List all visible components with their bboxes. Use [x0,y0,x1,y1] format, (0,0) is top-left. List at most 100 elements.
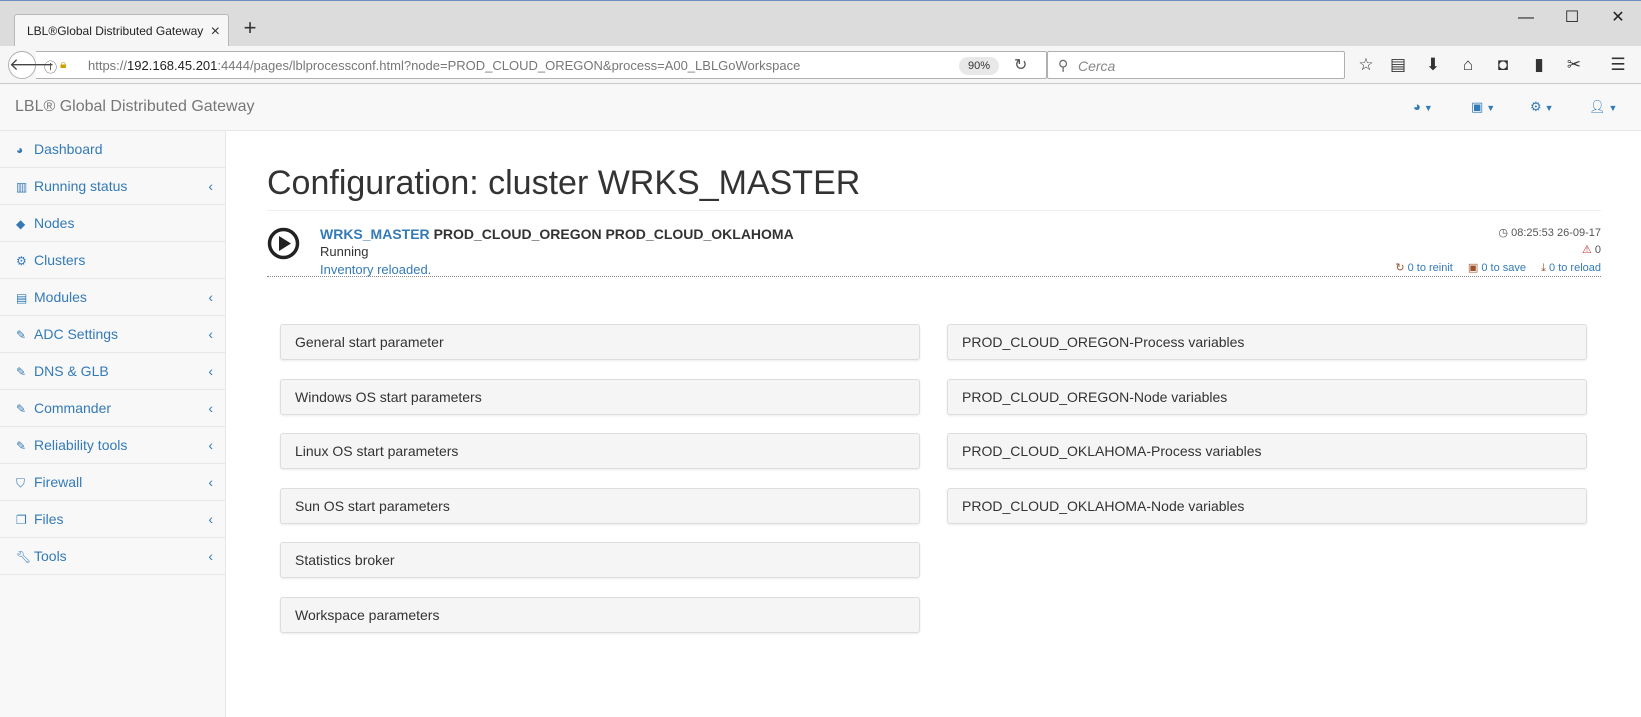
save-dropdown[interactable]: ▣ ▼ [1471,99,1495,115]
panel-linux-os-start-parameters[interactable]: Linux OS start parameters [280,433,920,469]
back-button[interactable]: 🡐 [8,51,55,79]
sidebar-item-nodes[interactable]: ◆ Nodes [0,205,225,242]
floppy-icon: ▣ [1467,262,1479,274]
cube-icon: ◆ [16,217,26,231]
maximize-button[interactable]: ☐ [1552,6,1592,30]
main-content: Configuration: cluster WRKS_MASTER WRKS_… [227,131,1641,717]
cluster-line: WRKS_MASTER PROD_CLOUD_OREGON PROD_CLOUD… [320,226,794,242]
floppy-icon: ▣ [1471,99,1484,114]
gear-icon: ⚙ [1530,99,1542,114]
panel-oregon-process-variables[interactable]: PROD_CLOUD_OREGON-Process variables [947,324,1587,360]
cluster-nodes: PROD_CLOUD_OREGON PROD_CLOUD_OKLAHOMA [433,226,794,242]
chevron-left-icon: ‹ [208,511,213,527]
zoom-badge[interactable]: 90% [959,57,999,75]
panel-oklahoma-node-variables[interactable]: PROD_CLOUD_OKLAHOMA-Node variables [947,488,1587,524]
panel-oregon-node-variables[interactable]: PROD_CLOUD_OREGON-Node variables [947,379,1587,415]
chevron-left-icon: ‹ [208,474,213,490]
chevron-left-icon: ‹ [208,326,213,342]
user-dropdown[interactable]: 👤︎ ▼ [1589,99,1617,115]
user-icon: 👤︎ [1589,99,1606,114]
edit-icon: ✎ [16,328,27,342]
bar-chart-icon: ▥ [16,180,28,194]
caret-down-icon: ▼ [1608,103,1618,113]
list-alt-icon: ▤ [16,291,28,305]
title-divider [267,210,1601,211]
shield-icon: ⛉ [16,476,26,490]
cluster-link[interactable]: WRKS_MASTER [320,226,430,242]
extension-icon[interactable]: ▮ [1527,54,1551,76]
refresh-icon: ↻ [1395,262,1405,274]
save-link[interactable]: ▣ 0 to save [1468,262,1526,274]
status-text: Running [320,244,369,259]
panel-sun-os-start-parameters[interactable]: Sun OS start parameters [280,488,920,524]
url-text[interactable]: https://192.168.45.201:4444/pages/lblpro… [88,58,800,73]
home-icon[interactable]: ⌂ [1456,54,1480,76]
panel-statistics-broker[interactable]: Statistics broker [280,542,920,578]
new-tab-button[interactable]: + [238,16,262,40]
status-message: Inventory reloaded. [320,262,432,277]
reading-list-icon[interactable]: ▤ [1386,54,1410,76]
page-title: Configuration: cluster WRKS_MASTER [267,164,861,202]
caret-down-icon: ▼ [1544,103,1554,113]
tab-close-icon[interactable]: × [211,15,220,47]
browser-titlebar: LBL®Global Distributed Gateway × + — ☐ ✕ [0,0,1641,47]
insecure-lock-icon[interactable]: 🔒︎ [60,57,66,72]
sidebar-item-firewall[interactable]: ⛉ Firewall ‹ [0,464,225,501]
app-header: LBL® Global Distributed Gateway ◕ ▼ ▣ ▼ ⚙ ▼… [0,84,1641,131]
panel-windows-os-start-parameters[interactable]: Windows OS start parameters [280,379,920,415]
reinit-link[interactable]: ↻ 0 to reinit [1395,262,1453,274]
reload-link[interactable]: ⤓ 0 to reload [1541,262,1601,274]
dashboard-icon: ◕ [16,143,24,157]
search-input[interactable]: ⚲ Cerca [1047,51,1345,79]
sidebar-item-dashboard[interactable]: ◕ Dashboard [0,131,225,168]
sidebar-item-clusters[interactable]: ⚙ Clusters [0,242,225,279]
close-window-button[interactable]: ✕ [1598,6,1638,30]
settings-dropdown[interactable]: ⚙ ▼ [1530,99,1554,115]
edit-icon: ✎ [16,402,27,416]
sidebar-item-modules[interactable]: ▤ Modules ‹ [0,279,225,316]
clock-icon: ◷ [1498,227,1509,239]
sidebar-item-commander[interactable]: ✎ Commander ‹ [0,390,225,427]
reload-icon[interactable]: ↻ [1014,55,1027,75]
caret-down-icon: ▼ [1423,103,1433,113]
url-bar[interactable]: ⓘ 🔒︎ https://192.168.45.201:4444/pages/l… [36,51,1047,79]
panel-oklahoma-process-variables[interactable]: PROD_CLOUD_OKLAHOMA-Process variables [947,433,1587,469]
minimize-button[interactable]: — [1506,6,1546,30]
pending-actions: ↻ 0 to reinit ▣ 0 to save ⤓ 0 to reload [1383,261,1601,275]
sidebar-item-files[interactable]: ❐ Files ‹ [0,501,225,538]
tab-title: LBL®Global Distributed Gateway [27,24,204,38]
sidebar-item-adc-settings[interactable]: ✎ ADC Settings ‹ [0,316,225,353]
menu-icon[interactable]: ☰ [1606,54,1630,76]
warning-count: ⚠ 0 [1581,244,1601,256]
warning-icon: ⚠ [1581,244,1592,256]
screenshot-icon[interactable]: ✂ [1562,54,1586,76]
pocket-icon[interactable]: ◘ [1491,54,1515,76]
caret-down-icon: ▼ [1486,103,1496,113]
browser-tab[interactable]: LBL®Global Distributed Gateway × [14,14,229,47]
play-circle-icon[interactable] [267,227,300,260]
panel-general-start-parameter[interactable]: General start parameter [280,324,920,360]
cogs-icon: ⚙ [16,254,27,268]
chevron-left-icon: ‹ [208,400,213,416]
sidebar-item-running-status[interactable]: ▥ Running status ‹ [0,168,225,205]
sidebar-item-dns-glb[interactable]: ✎ DNS & GLB ‹ [0,353,225,390]
bookmark-star-icon[interactable]: ☆ [1354,54,1378,76]
sidebar-item-reliability-tools[interactable]: ✎ Reliability tools ‹ [0,427,225,464]
panel-workspace-parameters[interactable]: Workspace parameters [280,597,920,633]
chevron-left-icon: ‹ [208,548,213,564]
download-icon: ⤓ [1541,262,1546,274]
search-placeholder: Cerca [1078,58,1116,74]
files-icon: ❐ [16,513,27,527]
chevron-left-icon: ‹ [208,178,213,194]
edit-icon: ✎ [16,439,27,453]
download-icon[interactable]: ⬇ [1421,54,1445,76]
edit-icon: ✎ [16,365,27,379]
wrench-icon: 🔧︎ [16,550,32,564]
brand-title[interactable]: LBL® Global Distributed Gateway [15,98,254,116]
sidebar-item-tools[interactable]: 🔧︎ Tools ‹ [0,538,225,575]
search-icon: ⚲ [1058,57,1069,73]
browser-navbar: ⓘ 🔒︎ https://192.168.45.201:4444/pages/l… [0,46,1641,84]
chevron-left-icon: ‹ [208,363,213,379]
dashboard-dropdown[interactable]: ◕ ▼ [1413,99,1433,114]
sidebar: ◕ Dashboard ▥ Running status ‹ ◆ Nodes ⚙ Clus… [0,131,226,717]
